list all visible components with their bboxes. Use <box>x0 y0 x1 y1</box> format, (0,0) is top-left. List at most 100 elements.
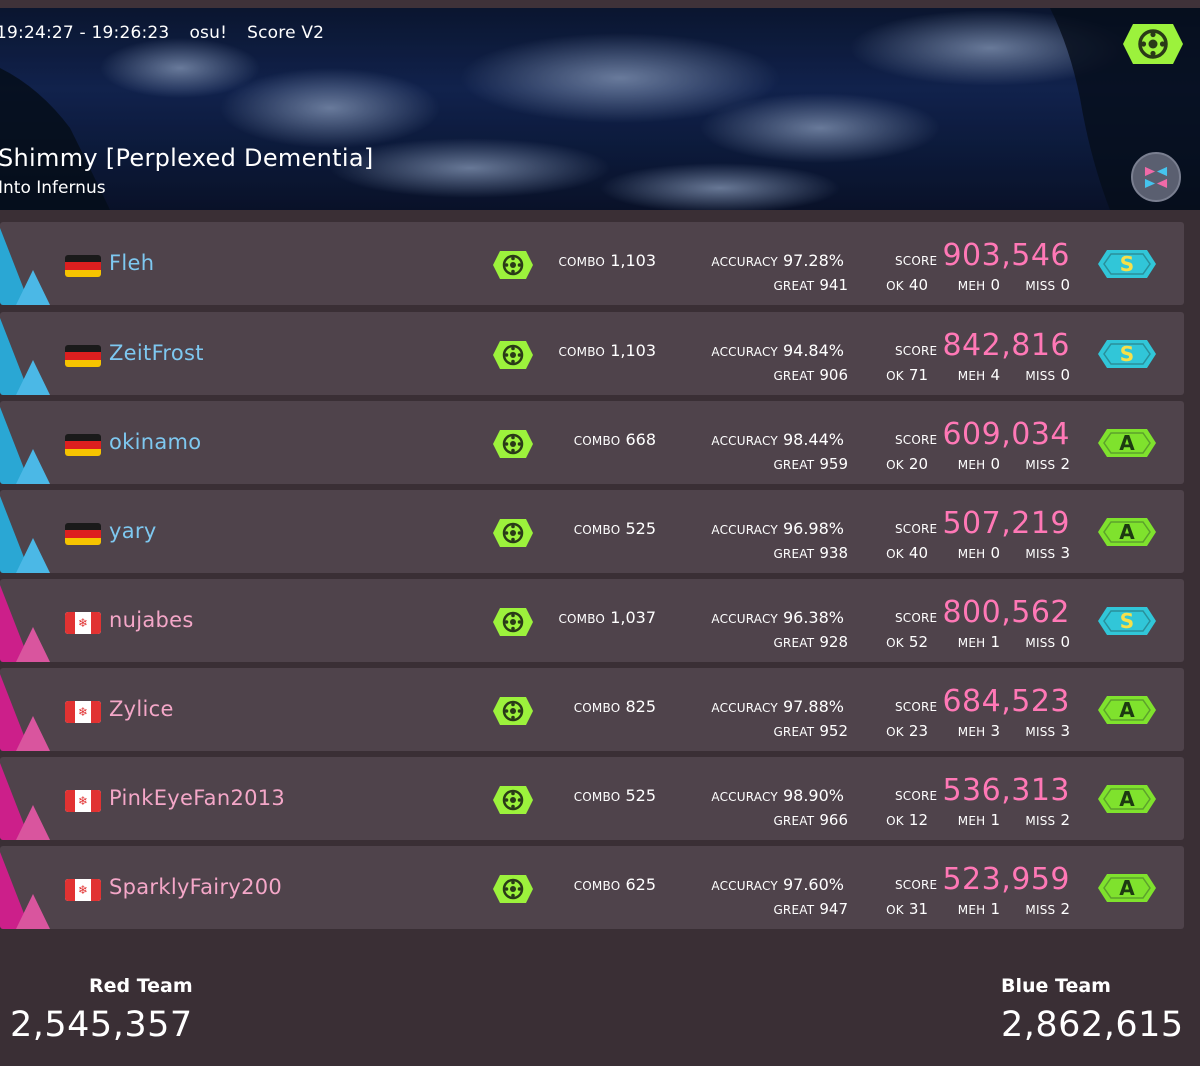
accuracy-label: ACCURACY <box>711 790 778 804</box>
meh-stat: MEH 1 <box>958 632 1000 651</box>
player-name: PinkEyeFan2013 <box>109 786 286 810</box>
meh-label: MEH <box>957 636 986 650</box>
ok-label: OK <box>886 279 904 293</box>
accuracy-label: ACCURACY <box>711 255 778 269</box>
score-label: SCORE <box>894 611 938 625</box>
grade-badge: A <box>1097 517 1157 547</box>
miss-stat: MISS 2 <box>1025 810 1070 829</box>
accuracy-stat: ACCURACY 96.38% <box>711 608 844 627</box>
combo-value: 1,037 <box>610 608 656 627</box>
great-label: GREAT <box>773 279 815 293</box>
germany-flag-icon <box>65 523 101 545</box>
combo-stat: COMBO 1,037 <box>558 608 656 627</box>
miss-value: 2 <box>1060 900 1070 918</box>
osu-mode-icon <box>493 697 533 725</box>
ok-stat: OK 20 <box>886 454 928 473</box>
great-stat: GREAT 959 <box>773 454 848 473</box>
ok-value: 23 <box>908 722 928 740</box>
meh-label: MEH <box>957 725 986 739</box>
score-label: SCORE <box>894 789 938 803</box>
red-team-total: 2,545,357 <box>10 1005 193 1045</box>
grade-letter: S <box>1119 609 1135 633</box>
miss-label: MISS <box>1025 458 1056 472</box>
grade-badge: A <box>1097 695 1157 725</box>
osu-mode-icon <box>493 608 533 636</box>
score-stat: SCORE 507,219 <box>895 506 1070 541</box>
accuracy-label: ACCURACY <box>711 701 778 715</box>
miss-label: MISS <box>1025 725 1056 739</box>
osu-mode-icon <box>493 341 533 369</box>
score-value: 684,523 <box>942 684 1070 719</box>
combo-value: 525 <box>625 786 656 805</box>
miss-label: MISS <box>1025 903 1056 917</box>
ok-value: 12 <box>908 811 928 829</box>
osu-mode-icon <box>493 430 533 458</box>
great-label: GREAT <box>773 547 815 561</box>
player-row: ❄ nujabes COMBO 1,037 ACCURACY 96.38% SCORE … <box>0 579 1184 662</box>
miss-label: MISS <box>1025 279 1056 293</box>
accuracy-stat: ACCURACY 94.84% <box>711 341 844 360</box>
team-accent <box>0 407 50 484</box>
miss-label: MISS <box>1025 636 1056 650</box>
score-stat: SCORE 842,816 <box>895 328 1070 363</box>
grade-letter: S <box>1119 342 1135 366</box>
miss-value: 0 <box>1060 366 1070 384</box>
score-value: 609,034 <box>942 417 1070 452</box>
meh-value: 1 <box>990 811 1000 829</box>
great-label: GREAT <box>773 725 815 739</box>
score-label: SCORE <box>894 344 938 358</box>
miss-stat: MISS 3 <box>1025 543 1070 562</box>
meh-label: MEH <box>957 903 986 917</box>
great-value: 906 <box>819 366 848 384</box>
grade-letter: A <box>1119 520 1135 544</box>
grade-letter: A <box>1119 787 1135 811</box>
team-accent <box>0 674 50 751</box>
time-range: 19:24:27 - 19:26:23 <box>0 23 170 43</box>
ok-stat: OK 52 <box>886 632 928 651</box>
combo-value: 1,103 <box>610 341 656 360</box>
combo-label: COMBO <box>558 612 606 626</box>
osu-mode-icon <box>493 251 533 279</box>
grade-badge: S <box>1097 606 1157 636</box>
combo-label: COMBO <box>573 879 621 893</box>
player-name: okinamo <box>109 430 202 454</box>
great-value: 952 <box>819 722 848 740</box>
player-row: ZeitFrost COMBO 1,103 ACCURACY 94.84% SCORE… <box>0 312 1184 395</box>
combo-stat: COMBO 1,103 <box>558 341 656 360</box>
great-label: GREAT <box>773 369 815 383</box>
meh-value: 0 <box>990 455 1000 473</box>
combo-label: COMBO <box>558 255 606 269</box>
ok-value: 20 <box>908 455 928 473</box>
scoring-mode: Score V2 <box>247 23 325 43</box>
score-stat: SCORE 800,562 <box>895 595 1070 630</box>
grade-letter: A <box>1119 431 1135 455</box>
combo-stat: COMBO 1,103 <box>558 251 656 270</box>
player-name: ZeitFrost <box>109 341 204 365</box>
player-name: nujabes <box>109 608 194 632</box>
beatmap-banner: 19:24:27 - 19:26:23 osu! Score V2 Shimmy… <box>0 8 1200 210</box>
score-stat: SCORE 523,959 <box>895 862 1070 897</box>
score-stat: SCORE 684,523 <box>895 684 1070 719</box>
team-accent <box>0 228 50 305</box>
accuracy-value: 97.88% <box>782 697 844 716</box>
miss-value: 0 <box>1060 276 1070 294</box>
canada-flag-icon: ❄ <box>65 612 101 634</box>
score-stat: SCORE 609,034 <box>895 417 1070 452</box>
combo-stat: COMBO 825 <box>574 697 656 716</box>
accuracy-value: 97.28% <box>782 251 844 270</box>
accuracy-label: ACCURACY <box>711 345 778 359</box>
blue-team-total: 2,862,615 <box>1001 1005 1184 1045</box>
miss-stat: MISS 3 <box>1025 721 1070 740</box>
player-row: ❄ PinkEyeFan2013 COMBO 525 ACCURACY 98.90% S… <box>0 757 1184 840</box>
score-label: SCORE <box>894 700 938 714</box>
player-name: yary <box>109 519 157 543</box>
ok-stat: OK 23 <box>886 721 928 740</box>
blue-team-label: Blue Team <box>1001 975 1111 997</box>
great-value: 959 <box>819 455 848 473</box>
miss-stat: MISS 2 <box>1025 454 1070 473</box>
great-stat: GREAT 938 <box>773 543 848 562</box>
ok-label: OK <box>886 369 904 383</box>
player-name: Fleh <box>109 251 155 275</box>
score-value: 842,816 <box>942 328 1070 363</box>
meh-label: MEH <box>957 279 986 293</box>
